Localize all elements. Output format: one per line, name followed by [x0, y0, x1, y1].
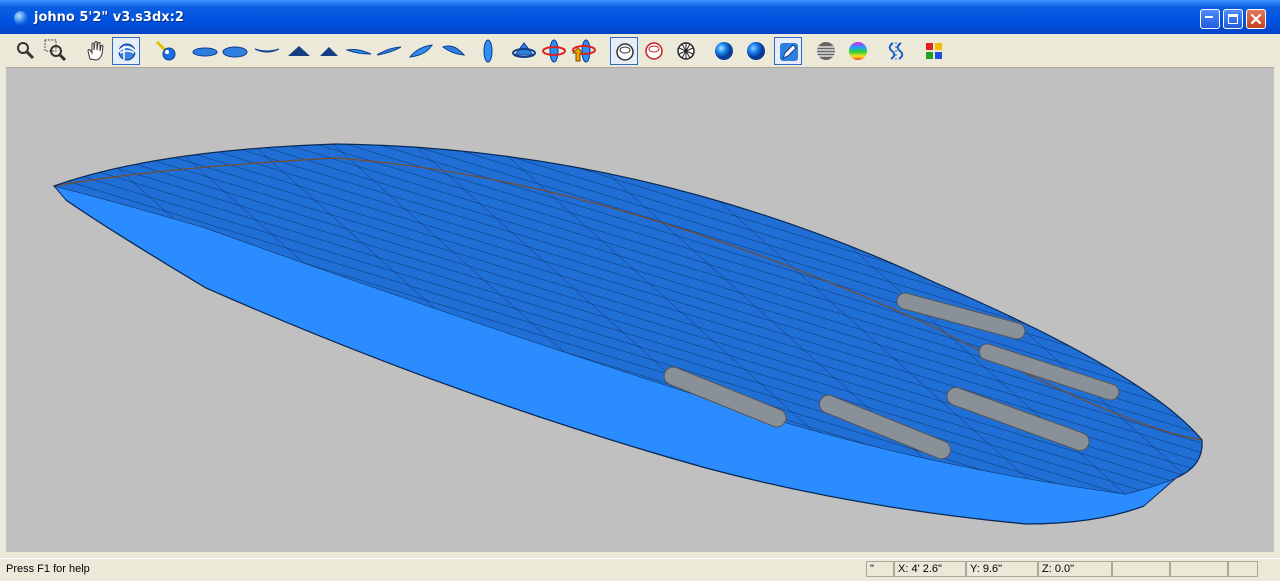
rotate-x-button[interactable] — [510, 37, 538, 65]
view-deck-icon — [222, 46, 248, 58]
view-back-button[interactable] — [314, 37, 342, 65]
rotate-z-icon — [572, 39, 596, 63]
status-y-coordinate: Y: 9.6" — [966, 561, 1038, 577]
view-rocker-button[interactable] — [252, 37, 280, 65]
view-front-button[interactable] — [284, 37, 312, 65]
view-iso-4-icon — [441, 45, 466, 56]
view-iso-4-button[interactable] — [438, 37, 466, 65]
close-icon — [1250, 13, 1262, 25]
curvature-button[interactable] — [882, 37, 910, 65]
shade-red-outline-button[interactable] — [640, 37, 668, 65]
view-toolbar — [6, 34, 1274, 68]
close-button[interactable] — [1246, 9, 1266, 29]
view-rocker-icon — [254, 48, 280, 53]
rainbow-sphere-icon — [849, 42, 867, 60]
view-bottom-icon — [192, 47, 218, 57]
view-front-icon — [288, 46, 310, 56]
zoom-window-button[interactable] — [42, 37, 70, 65]
color-palette-icon — [926, 43, 942, 59]
status-help-text: Press F1 for help — [6, 563, 90, 575]
maximize-icon — [1228, 14, 1238, 24]
pan-button[interactable] — [82, 37, 110, 65]
shade-outline-icon — [616, 43, 634, 61]
rotate-x-icon — [512, 42, 536, 58]
app-window: johno 5'2" v3.s3dx:2 Press F1 for help "… — [0, 0, 1280, 581]
zoom-window-icon — [44, 39, 67, 62]
rotate-y-icon — [542, 39, 566, 63]
view-iso-3-button[interactable] — [406, 37, 434, 65]
curvature-icon — [888, 42, 904, 60]
light-source-icon — [155, 40, 176, 61]
wireframe-button[interactable] — [672, 37, 700, 65]
rotate-view-icon — [117, 43, 137, 61]
view-back-icon — [320, 47, 338, 56]
maximize-button[interactable] — [1223, 9, 1243, 29]
rotate-view-button[interactable] — [112, 37, 140, 65]
app-icon[interactable] — [14, 11, 28, 25]
3d-viewport[interactable] — [6, 68, 1274, 552]
minimize-icon — [1205, 16, 1213, 18]
minimize-button[interactable] — [1200, 9, 1220, 29]
view-iso-1-button[interactable] — [344, 37, 372, 65]
status-pane-empty — [1170, 561, 1228, 577]
zoom-icon — [17, 42, 35, 60]
zoom-button[interactable] — [12, 37, 40, 65]
status-bar: Press F1 for help " X: 4' 2.6" Y: 9.6" Z… — [0, 558, 1280, 581]
surfboard-model[interactable] — [6, 68, 1274, 552]
rotate-y-button[interactable] — [540, 37, 568, 65]
view-iso-3-icon — [408, 44, 433, 58]
color-palette-button[interactable] — [920, 37, 948, 65]
status-x-coordinate: X: 4' 2.6" — [894, 561, 966, 577]
stripes-button[interactable] — [812, 37, 840, 65]
rainbow-sphere-button[interactable] — [844, 37, 872, 65]
shaded-sphere-icon — [715, 42, 733, 60]
stripes-icon — [817, 42, 835, 60]
status-z-coordinate: Z: 0.0" — [1038, 561, 1112, 577]
wireframe-icon — [677, 42, 695, 60]
view-bottom-button[interactable] — [190, 37, 218, 65]
pan-hand-icon — [87, 41, 104, 61]
board-deck — [54, 144, 1203, 494]
shade-outline-button[interactable] — [610, 37, 638, 65]
pen-edit-button[interactable] — [774, 37, 802, 65]
view-side-icon — [483, 39, 493, 63]
shade-red-outline-icon — [645, 42, 663, 60]
status-unit: " — [866, 561, 894, 577]
title-bar[interactable]: johno 5'2" v3.s3dx:2 — [0, 0, 1280, 34]
window-title: johno 5'2" v3.s3dx:2 — [34, 10, 184, 25]
shaded-sphere-button[interactable] — [710, 37, 738, 65]
rotate-z-button[interactable] — [570, 37, 598, 65]
light-source-button[interactable] — [152, 37, 180, 65]
status-pane-empty — [1228, 561, 1258, 577]
view-deck-button[interactable] — [220, 37, 248, 65]
view-iso-2-icon — [376, 46, 402, 56]
shaded-sphere-2-icon — [747, 42, 765, 60]
view-iso-1-icon — [346, 49, 372, 55]
view-iso-2-button[interactable] — [374, 37, 402, 65]
shaded-sphere-2-button[interactable] — [742, 37, 770, 65]
view-side-button[interactable] — [474, 37, 502, 65]
status-pane-empty — [1112, 561, 1170, 577]
pen-edit-icon — [780, 43, 798, 61]
